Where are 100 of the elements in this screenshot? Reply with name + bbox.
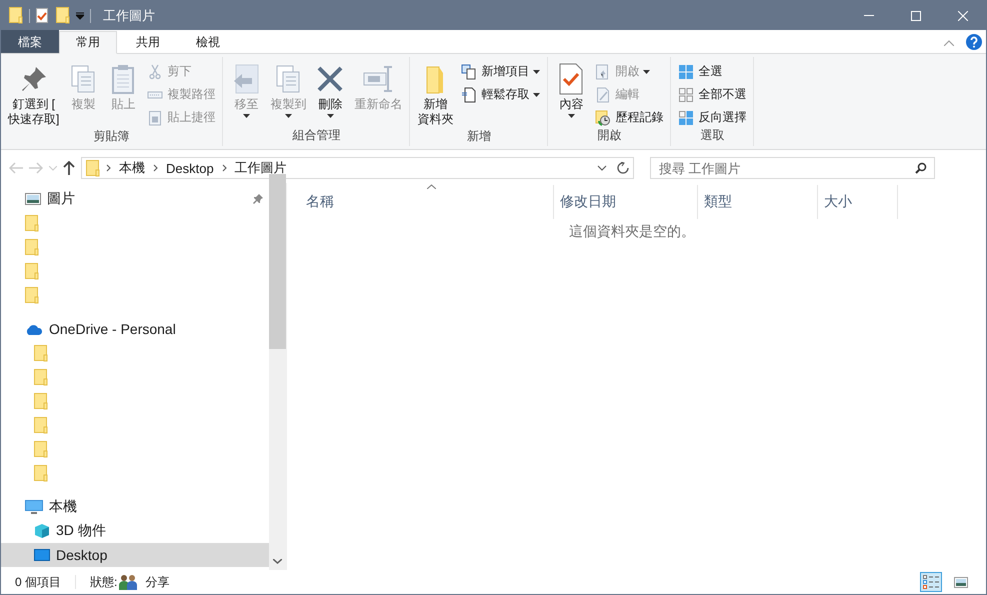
dropdown-icon[interactable] <box>76 12 84 20</box>
group-label: 開啟 <box>596 128 622 144</box>
ribbon-button[interactable]: 刪除 <box>311 61 350 128</box>
column-header[interactable]: 類型 <box>698 185 818 219</box>
nav-item[interactable]: Desktop <box>1 543 269 567</box>
empty-folder-message: 這個資料夾是空的。 <box>569 223 696 241</box>
scissors-icon <box>147 64 164 80</box>
folder-icon <box>34 344 48 362</box>
history-icon <box>595 110 612 126</box>
recent-button[interactable] <box>49 166 57 170</box>
folder-icon <box>86 160 100 176</box>
column-header[interactable]: 大小 <box>818 185 898 219</box>
nav-item[interactable]: 本機 <box>1 495 269 519</box>
ribbon-tab[interactable]: 常用 <box>59 31 117 54</box>
search-icon <box>915 162 927 174</box>
caret-icon <box>284 114 292 118</box>
group-label: 組合管理 <box>291 128 342 144</box>
properties-icon[interactable] <box>36 8 48 23</box>
minimize-icon <box>864 15 874 16</box>
folder-icon <box>25 238 39 256</box>
shortcut-icon <box>147 110 164 126</box>
nav-label: 圖片 <box>47 190 75 208</box>
grid-icon <box>678 86 694 102</box>
column-header[interactable]: 修改日期 <box>554 185 698 219</box>
rename-icon <box>362 63 394 95</box>
up-arrow-icon <box>63 161 75 175</box>
close-icon <box>958 10 968 20</box>
breadcrumb[interactable]: 工作圖片 <box>232 159 289 177</box>
ribbon-button[interactable]: 釘選到 [ 快速存取] <box>5 61 62 129</box>
caret-icon <box>242 114 250 118</box>
group-label: 新增 <box>466 129 492 145</box>
chevron-down-icon <box>49 166 57 170</box>
sort-up-icon <box>426 184 436 189</box>
new-item-icon <box>461 64 478 80</box>
ribbon-button[interactable]: 內容 <box>552 61 590 128</box>
caret-icon <box>326 114 334 118</box>
ribbon-button[interactable]: 反向選擇 <box>675 107 750 128</box>
up-button[interactable] <box>63 161 75 175</box>
ribbon-button[interactable]: 新增項目 <box>458 61 544 82</box>
folder-icon <box>25 262 39 280</box>
nav-item[interactable]: 3D 物件 <box>1 519 269 543</box>
grid-icon <box>678 64 694 80</box>
breadcrumb[interactable]: Desktop <box>164 160 216 176</box>
forward-button[interactable] <box>29 162 43 174</box>
folder-icon <box>34 368 48 386</box>
ribbon-button[interactable]: 新增 資料夾 <box>414 61 456 129</box>
caret-icon <box>568 114 575 118</box>
folder-icon <box>34 440 48 458</box>
folder-icon <box>25 214 39 232</box>
details-view-icon <box>923 575 939 589</box>
chevron-down-icon[interactable] <box>597 165 607 171</box>
ribbon-button[interactable]: 全部不選 <box>675 84 750 105</box>
scroll-thumb[interactable] <box>269 174 286 349</box>
folder-icon <box>34 464 48 482</box>
group-label: 選取 <box>699 128 726 144</box>
help-icon[interactable] <box>966 34 982 50</box>
collapse-icon[interactable] <box>944 40 954 46</box>
folder-icon <box>9 7 23 24</box>
ribbon-button[interactable]: 歷程記錄 <box>592 107 666 128</box>
large-icons-view-icon <box>954 576 968 588</box>
folder-icon <box>25 286 39 304</box>
ribbon-button[interactable]: 輕鬆存取 <box>458 84 544 105</box>
computer-icon <box>25 500 43 514</box>
chevron-right-icon <box>106 164 111 172</box>
breadcrumb[interactable]: 本機 <box>117 159 147 177</box>
cloud-icon <box>25 324 43 334</box>
back-button[interactable] <box>9 162 23 174</box>
monitor-icon <box>34 549 50 561</box>
ribbon-tab[interactable]: 檔案 <box>1 30 59 53</box>
chevron-right-icon <box>153 164 158 172</box>
window-title: 工作圖片 <box>103 6 155 24</box>
scroll-down-icon[interactable] <box>273 559 282 564</box>
address-field[interactable]: 本機 Desktop 工作圖片 <box>81 157 634 179</box>
folder-icon <box>56 7 70 24</box>
nav-item[interactable]: OneDrive - Personal <box>1 317 269 341</box>
details-view-button[interactable] <box>920 572 942 592</box>
grid-icon <box>678 110 694 126</box>
edit-icon <box>595 86 612 102</box>
picture-icon <box>25 193 41 205</box>
chevron-right-icon <box>222 164 227 172</box>
refresh-icon[interactable] <box>617 162 629 174</box>
people-icon <box>119 574 138 590</box>
nav-item[interactable]: 圖片 <box>1 187 269 211</box>
folder-icon <box>34 392 48 410</box>
column-header[interactable]: 名稱 <box>300 185 554 219</box>
nav-label: 本機 <box>49 498 77 516</box>
forward-arrow-icon <box>29 162 43 174</box>
document-icon <box>461 86 478 102</box>
search-field[interactable]: 搜尋 工作圖片 <box>650 157 935 179</box>
nav-label: 3D 物件 <box>56 522 106 540</box>
ribbon-button[interactable]: 全選 <box>675 61 750 82</box>
caret-icon <box>643 70 650 74</box>
group-label: 剪貼簿 <box>92 129 131 145</box>
back-arrow-icon <box>9 162 23 174</box>
status-label: 狀態: <box>90 574 118 590</box>
nav-label: Desktop <box>56 547 108 563</box>
maximize-icon <box>910 10 920 20</box>
caret-icon <box>533 70 540 74</box>
item-count: 0 個項目 <box>15 574 62 590</box>
caret-icon <box>533 92 540 96</box>
